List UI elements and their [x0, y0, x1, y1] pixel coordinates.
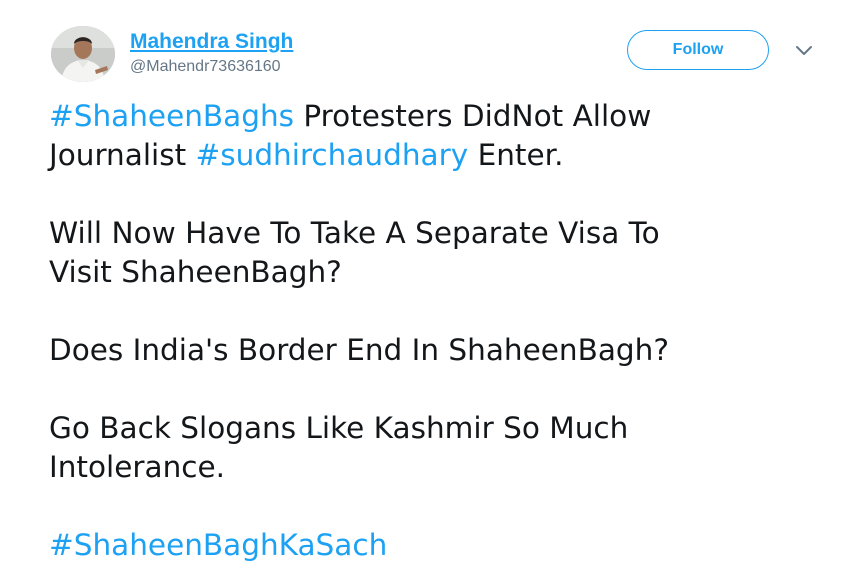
tweet-paragraph-5: #ShaheenBaghKaSach	[49, 526, 829, 565]
hashtag-link[interactable]: #sudhirchaudhary	[196, 138, 469, 172]
tweet-text-segment: Will Now Have To Take A Separate Visa To	[49, 216, 660, 250]
profile-photo-icon	[51, 26, 115, 82]
hashtag-link[interactable]: #ShaheenBaghs	[49, 99, 294, 133]
chevron-down-icon[interactable]	[793, 40, 815, 60]
tweet-text: #ShaheenBaghs Protesters DidNot Allow Jou…	[49, 97, 829, 565]
tweet-text-segment: Intolerance.	[49, 450, 226, 484]
tweet-card: Mahendra Singh @Mahendr73636160 Follow #…	[0, 0, 850, 562]
tweet-paragraph-3: Does India's Border End In ShaheenBagh?	[49, 331, 829, 370]
tweet-paragraph-4: Go Back Slogans Like Kashmir So Much Into…	[49, 409, 829, 487]
avatar[interactable]	[51, 26, 115, 82]
tweet-paragraph-1: #ShaheenBaghs Protesters DidNot Allow Jou…	[49, 97, 829, 175]
tweet-header: Mahendra Singh @Mahendr73636160 Follow	[51, 24, 831, 84]
tweet-text-segment: Does India's Border End In ShaheenBagh?	[49, 333, 669, 367]
author-handle: @Mahendr73636160	[130, 58, 281, 75]
follow-button[interactable]: Follow	[627, 30, 769, 70]
hashtag-link[interactable]: #ShaheenBaghKaSach	[49, 528, 387, 562]
tweet-text-segment: Journalist	[49, 138, 196, 172]
tweet-text-segment: Enter.	[468, 138, 564, 172]
tweet-text-segment: Visit ShaheenBagh?	[49, 255, 342, 289]
author-name[interactable]: Mahendra Singh	[130, 30, 293, 54]
tweet-text-segment: Go Back Slogans Like Kashmir So Much	[49, 411, 629, 445]
tweet-text-segment: Protesters DidNot Allow	[294, 99, 652, 133]
tweet-paragraph-2: Will Now Have To Take A Separate Visa To…	[49, 214, 829, 292]
